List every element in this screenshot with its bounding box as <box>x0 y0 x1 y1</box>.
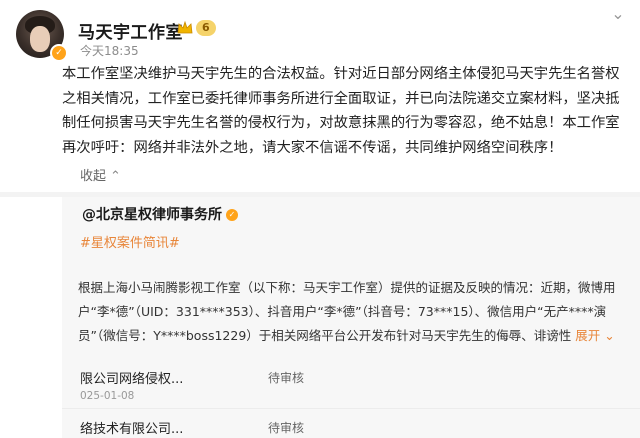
post-timestamp: 今天18:35 <box>80 44 139 58</box>
case-status: 待审核 <box>268 421 305 435</box>
topic-tag[interactable]: #星权案件简讯# <box>80 232 180 251</box>
collapse-label: 收起 <box>80 169 107 184</box>
chevron-down-icon[interactable]: ⌄ <box>610 6 626 22</box>
case-party: 限公司网络侵权... <box>80 372 184 387</box>
verified-badge-icon: ✓ <box>50 44 68 62</box>
collapse-button[interactable]: 收起 ⌃ <box>80 165 121 184</box>
verified-badge-icon: ✓ <box>226 209 238 221</box>
crown-icon <box>177 20 193 34</box>
level-badge: 6 <box>196 20 216 36</box>
case-party: 络技术有限公司... <box>80 422 184 437</box>
repost-body: 根据上海小马闹腾影视工作室（以下称：马天宇工作室）提供的证据及反映的情况：近期，… <box>78 280 616 343</box>
case-status: 待审核 <box>268 371 305 385</box>
account-name[interactable]: 马天宇工作室 <box>78 18 183 43</box>
mention-link[interactable]: @北京星权律师事务所 ✓ <box>82 204 238 224</box>
repost-text: 根据上海小马闹腾影视工作室（以下称：马天宇工作室）提供的证据及反映的情况：近期，… <box>78 276 618 348</box>
row-separator <box>62 408 640 409</box>
avatar-face <box>30 26 50 52</box>
expand-label: 展开 <box>575 328 601 343</box>
expand-button[interactable]: 展开 ⌄ <box>575 328 614 343</box>
mention-label: @北京星权律师事务所 <box>82 207 222 223</box>
post-content: 本工作室坚决维护马天宇先生的合法权益。针对近日部分网络主体侵犯马天宇先生名誉权之… <box>62 66 620 156</box>
chevron-up-icon: ⌃ <box>110 169 121 184</box>
case-date: 025-01-08 <box>80 390 135 402</box>
